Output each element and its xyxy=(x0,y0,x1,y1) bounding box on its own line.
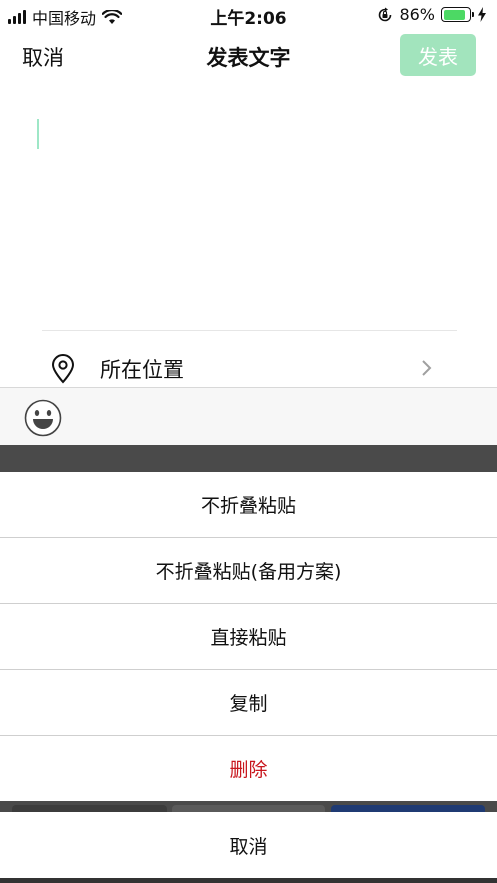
text-editor[interactable] xyxy=(0,82,497,330)
battery-percent: 86% xyxy=(399,5,435,24)
location-pin-icon xyxy=(51,354,75,384)
action-copy[interactable]: 复制 xyxy=(0,670,497,735)
action-paste-direct[interactable]: 直接粘贴 xyxy=(0,604,497,669)
action-paste-unfolded[interactable]: 不折叠粘贴 xyxy=(0,472,497,537)
chevron-right-icon xyxy=(422,360,432,376)
sheet-cancel-button[interactable]: 取消 xyxy=(0,812,497,878)
charging-icon xyxy=(478,7,486,22)
editor-divider xyxy=(42,330,457,331)
emoji-bar xyxy=(0,387,497,445)
bottom-strip xyxy=(0,878,497,883)
nav-bar: 取消 发表文字 发表 xyxy=(0,30,497,82)
status-bar: 中国移动 上午2:06 86% xyxy=(0,0,497,30)
action-delete[interactable]: 删除 xyxy=(0,736,497,801)
action-paste-unfolded-backup[interactable]: 不折叠粘贴(备用方案) xyxy=(0,538,497,603)
publish-button[interactable]: 发表 xyxy=(400,34,476,76)
location-row[interactable]: 所在位置 xyxy=(0,346,497,388)
status-right: 86% xyxy=(377,5,487,24)
battery-icon xyxy=(441,7,474,22)
rotation-lock-icon xyxy=(379,7,392,21)
battery-fill xyxy=(443,9,465,20)
emoji-icon[interactable] xyxy=(24,399,62,437)
location-label: 所在位置 xyxy=(100,358,184,382)
text-caret xyxy=(37,119,39,149)
